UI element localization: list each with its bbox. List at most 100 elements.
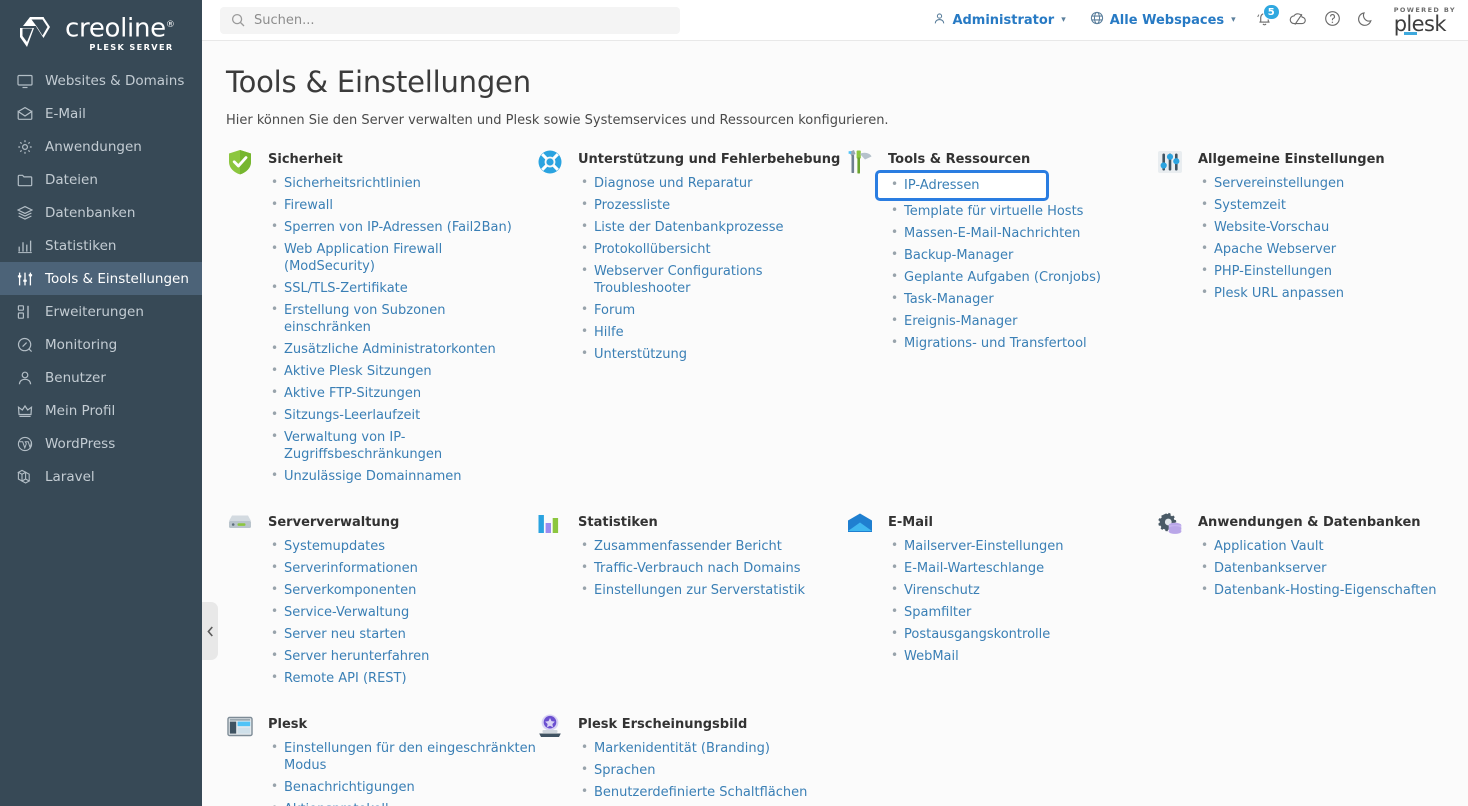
sidebar-item-benutzer[interactable]: Benutzer xyxy=(0,361,202,394)
link-geplante-aufgaben[interactable]: Geplante Aufgaben (Cronjobs) xyxy=(904,270,1101,285)
link-ip-adressen[interactable]: IP-Adressen xyxy=(904,178,980,193)
account-menu[interactable]: Administrator ▾ xyxy=(921,12,1077,29)
server-rack-icon xyxy=(226,511,256,541)
link-systemupdates[interactable]: Systemupdates xyxy=(284,539,385,554)
list-item: Sprachen xyxy=(578,761,846,779)
list-item: Benachrichtigungen xyxy=(268,778,536,796)
link-mailserver-einstellungen[interactable]: Mailserver-Einstellungen xyxy=(904,539,1064,554)
link-markenidentitaet-branding[interactable]: Markenidentität (Branding) xyxy=(594,741,770,756)
link-sitzungs-leerlaufzeit[interactable]: Sitzungs-Leerlaufzeit xyxy=(284,408,420,423)
link-plesk-url-anpassen[interactable]: Plesk URL anpassen xyxy=(1214,286,1344,301)
link-email-warteschlange[interactable]: E-Mail-Warteschlange xyxy=(904,561,1044,576)
link-webserver-troubleshooter[interactable]: Webserver Configurations Troubleshooter xyxy=(594,264,763,296)
sidebar-item-laravel[interactable]: Laravel xyxy=(0,460,202,493)
link-aktive-ftp-sitzungen[interactable]: Aktive FTP-Sitzungen xyxy=(284,386,421,401)
cloud-button[interactable] xyxy=(1282,3,1316,37)
link-ssl-tls-zertifikate[interactable]: SSL/TLS-Zertifikate xyxy=(284,281,408,296)
link-unterstuetzung[interactable]: Unterstützung xyxy=(594,347,687,362)
link-aktive-plesk-sitzungen[interactable]: Aktive Plesk Sitzungen xyxy=(284,364,432,379)
sidebar-item-email[interactable]: E-Mail xyxy=(0,97,202,130)
link-sprachen[interactable]: Sprachen xyxy=(594,763,655,778)
link-datenbankserver[interactable]: Datenbankserver xyxy=(1214,561,1326,576)
link-website-vorschau[interactable]: Website-Vorschau xyxy=(1214,220,1329,235)
sidebar-item-tools-einstellungen[interactable]: Tools & Einstellungen xyxy=(0,262,202,295)
link-prozessliste[interactable]: Prozessliste xyxy=(594,198,670,213)
link-modsecurity[interactable]: Web Application Firewall (ModSecurity) xyxy=(284,242,442,274)
link-remote-api-rest[interactable]: Remote API (REST) xyxy=(284,671,407,686)
link-application-vault[interactable]: Application Vault xyxy=(1214,539,1324,554)
link-task-manager[interactable]: Task-Manager xyxy=(904,292,994,307)
sidebar-item-mein-profil[interactable]: Mein Profil xyxy=(0,394,202,427)
link-eingeschraenkter-modus[interactable]: Einstellungen für den eingeschränkten Mo… xyxy=(284,741,536,773)
sections-grid: Sicherheit Sicherheitsrichtlinien Firewa… xyxy=(226,150,1444,806)
list-item: Unzulässige Domainnamen xyxy=(268,467,536,485)
link-hilfe[interactable]: Hilfe xyxy=(594,325,624,340)
plesk-logo[interactable]: POWERED BY plesk xyxy=(1394,6,1456,35)
link-unzulaessige-domainnamen[interactable]: Unzulässige Domainnamen xyxy=(284,469,462,484)
link-ereignis-manager[interactable]: Ereignis-Manager xyxy=(904,314,1017,329)
sidebar-item-datenbanken[interactable]: Datenbanken xyxy=(0,196,202,229)
link-backup-manager[interactable]: Backup-Manager xyxy=(904,248,1013,263)
column-3-row2: E-Mail Mailserver-Einstellungen E-Mail-W… xyxy=(846,513,1156,715)
link-sicherheitsrichtlinien[interactable]: Sicherheitsrichtlinien xyxy=(284,176,421,191)
link-postausgangskontrolle[interactable]: Postausgangskontrolle xyxy=(904,627,1050,642)
sidebar-item-monitoring[interactable]: Monitoring xyxy=(0,328,202,361)
search-input[interactable]: Suchen... xyxy=(220,6,680,34)
link-subzonen-einschraenken[interactable]: Erstellung von Subzonen einschränken xyxy=(284,303,446,335)
link-serverstatistik-einstellungen[interactable]: Einstellungen zur Serverstatistik xyxy=(594,583,805,598)
link-serverkomponenten[interactable]: Serverkomponenten xyxy=(284,583,416,598)
link-zusaetzliche-administratorkonten[interactable]: Zusätzliche Administratorkonten xyxy=(284,342,496,357)
sidebar-item-statistiken[interactable]: Statistiken xyxy=(0,229,202,262)
sidebar-nav: Websites & Domains E-Mail Anwendungen Da… xyxy=(0,64,202,493)
link-forum[interactable]: Forum xyxy=(594,303,635,318)
list-item: Aktive Plesk Sitzungen xyxy=(268,362,536,380)
sidebar-collapse-handle[interactable] xyxy=(202,602,218,660)
link-server-neu-starten[interactable]: Server neu starten xyxy=(284,627,406,642)
section-title: E-Mail xyxy=(888,515,933,530)
sidebar-item-websites-domains[interactable]: Websites & Domains xyxy=(0,64,202,97)
link-datenbank-hosting-eigenschaften[interactable]: Datenbank-Hosting-Eigenschaften xyxy=(1214,583,1437,598)
sidebar-item-erweiterungen[interactable]: Erweiterungen xyxy=(0,295,202,328)
sections-row-2: Serververwaltung Systemupdates Serverinf… xyxy=(226,511,1444,715)
link-benutzerdefinierte-schaltflaechen[interactable]: Benutzerdefinierte Schaltflächen xyxy=(594,785,807,800)
link-template-virtuelle-hosts[interactable]: Template für virtuelle Hosts xyxy=(904,204,1083,219)
webspaces-menu[interactable]: Alle Webspaces ▾ xyxy=(1078,11,1248,29)
extensions-grid-icon xyxy=(16,303,33,320)
gear-database-icon xyxy=(1156,511,1186,541)
sidebar-item-dateien[interactable]: Dateien xyxy=(0,163,202,196)
link-diagnose-reparatur[interactable]: Diagnose und Reparatur xyxy=(594,176,752,191)
theme-toggle-button[interactable] xyxy=(1350,3,1384,37)
column-2-row2: Statistiken Zusammenfassender Bericht Tr… xyxy=(536,513,846,715)
link-migrations-transfertool[interactable]: Migrations- und Transfertool xyxy=(904,336,1087,351)
help-button[interactable] xyxy=(1316,3,1350,37)
link-spamfilter[interactable]: Spamfilter xyxy=(904,605,971,620)
link-apache-webserver[interactable]: Apache Webserver xyxy=(1214,242,1336,257)
brand-logo[interactable]: creoline® PLESK SERVER xyxy=(0,0,202,56)
link-ip-zugriffsbeschraenkungen[interactable]: Verwaltung von IP-Zugriffsbeschränkungen xyxy=(284,430,442,462)
section-links: Systemupdates Serverinformationen Server… xyxy=(268,537,536,687)
link-massen-email-nachrichten[interactable]: Massen-E-Mail-Nachrichten xyxy=(904,226,1080,241)
notifications-button[interactable]: 5 xyxy=(1248,3,1282,37)
sidebar-item-anwendungen[interactable]: Anwendungen xyxy=(0,130,202,163)
laravel-icon xyxy=(16,468,33,485)
link-aktionsprotokoll[interactable]: Aktionsprotokoll xyxy=(284,802,389,806)
link-virenschutz[interactable]: Virenschutz xyxy=(904,583,980,598)
list-item: Datenbankserver xyxy=(1198,559,1468,577)
link-firewall[interactable]: Firewall xyxy=(284,198,333,213)
link-server-herunterfahren[interactable]: Server herunterfahren xyxy=(284,649,429,664)
link-datenbankprozesse[interactable]: Liste der Datenbankprozesse xyxy=(594,220,784,235)
link-servereinstellungen[interactable]: Servereinstellungen xyxy=(1214,176,1344,191)
link-serverinformationen[interactable]: Serverinformationen xyxy=(284,561,418,576)
link-fail2ban[interactable]: Sperren von IP-Adressen (Fail2Ban) xyxy=(284,220,512,235)
list-item: Servereinstellungen xyxy=(1198,174,1468,192)
link-php-einstellungen[interactable]: PHP-Einstellungen xyxy=(1214,264,1332,279)
link-service-verwaltung[interactable]: Service-Verwaltung xyxy=(284,605,409,620)
link-zusammenfassender-bericht[interactable]: Zusammenfassender Bericht xyxy=(594,539,782,554)
link-traffic-verbrauch[interactable]: Traffic-Verbrauch nach Domains xyxy=(594,561,800,576)
sidebar-item-wordpress[interactable]: WordPress xyxy=(0,427,202,460)
link-benachrichtigungen[interactable]: Benachrichtigungen xyxy=(284,780,415,795)
link-protokolluebersicht[interactable]: Protokollübersicht xyxy=(594,242,711,257)
link-systemzeit[interactable]: Systemzeit xyxy=(1214,198,1286,213)
link-webmail[interactable]: WebMail xyxy=(904,649,959,664)
webspaces-label: Alle Webspaces xyxy=(1109,12,1225,28)
